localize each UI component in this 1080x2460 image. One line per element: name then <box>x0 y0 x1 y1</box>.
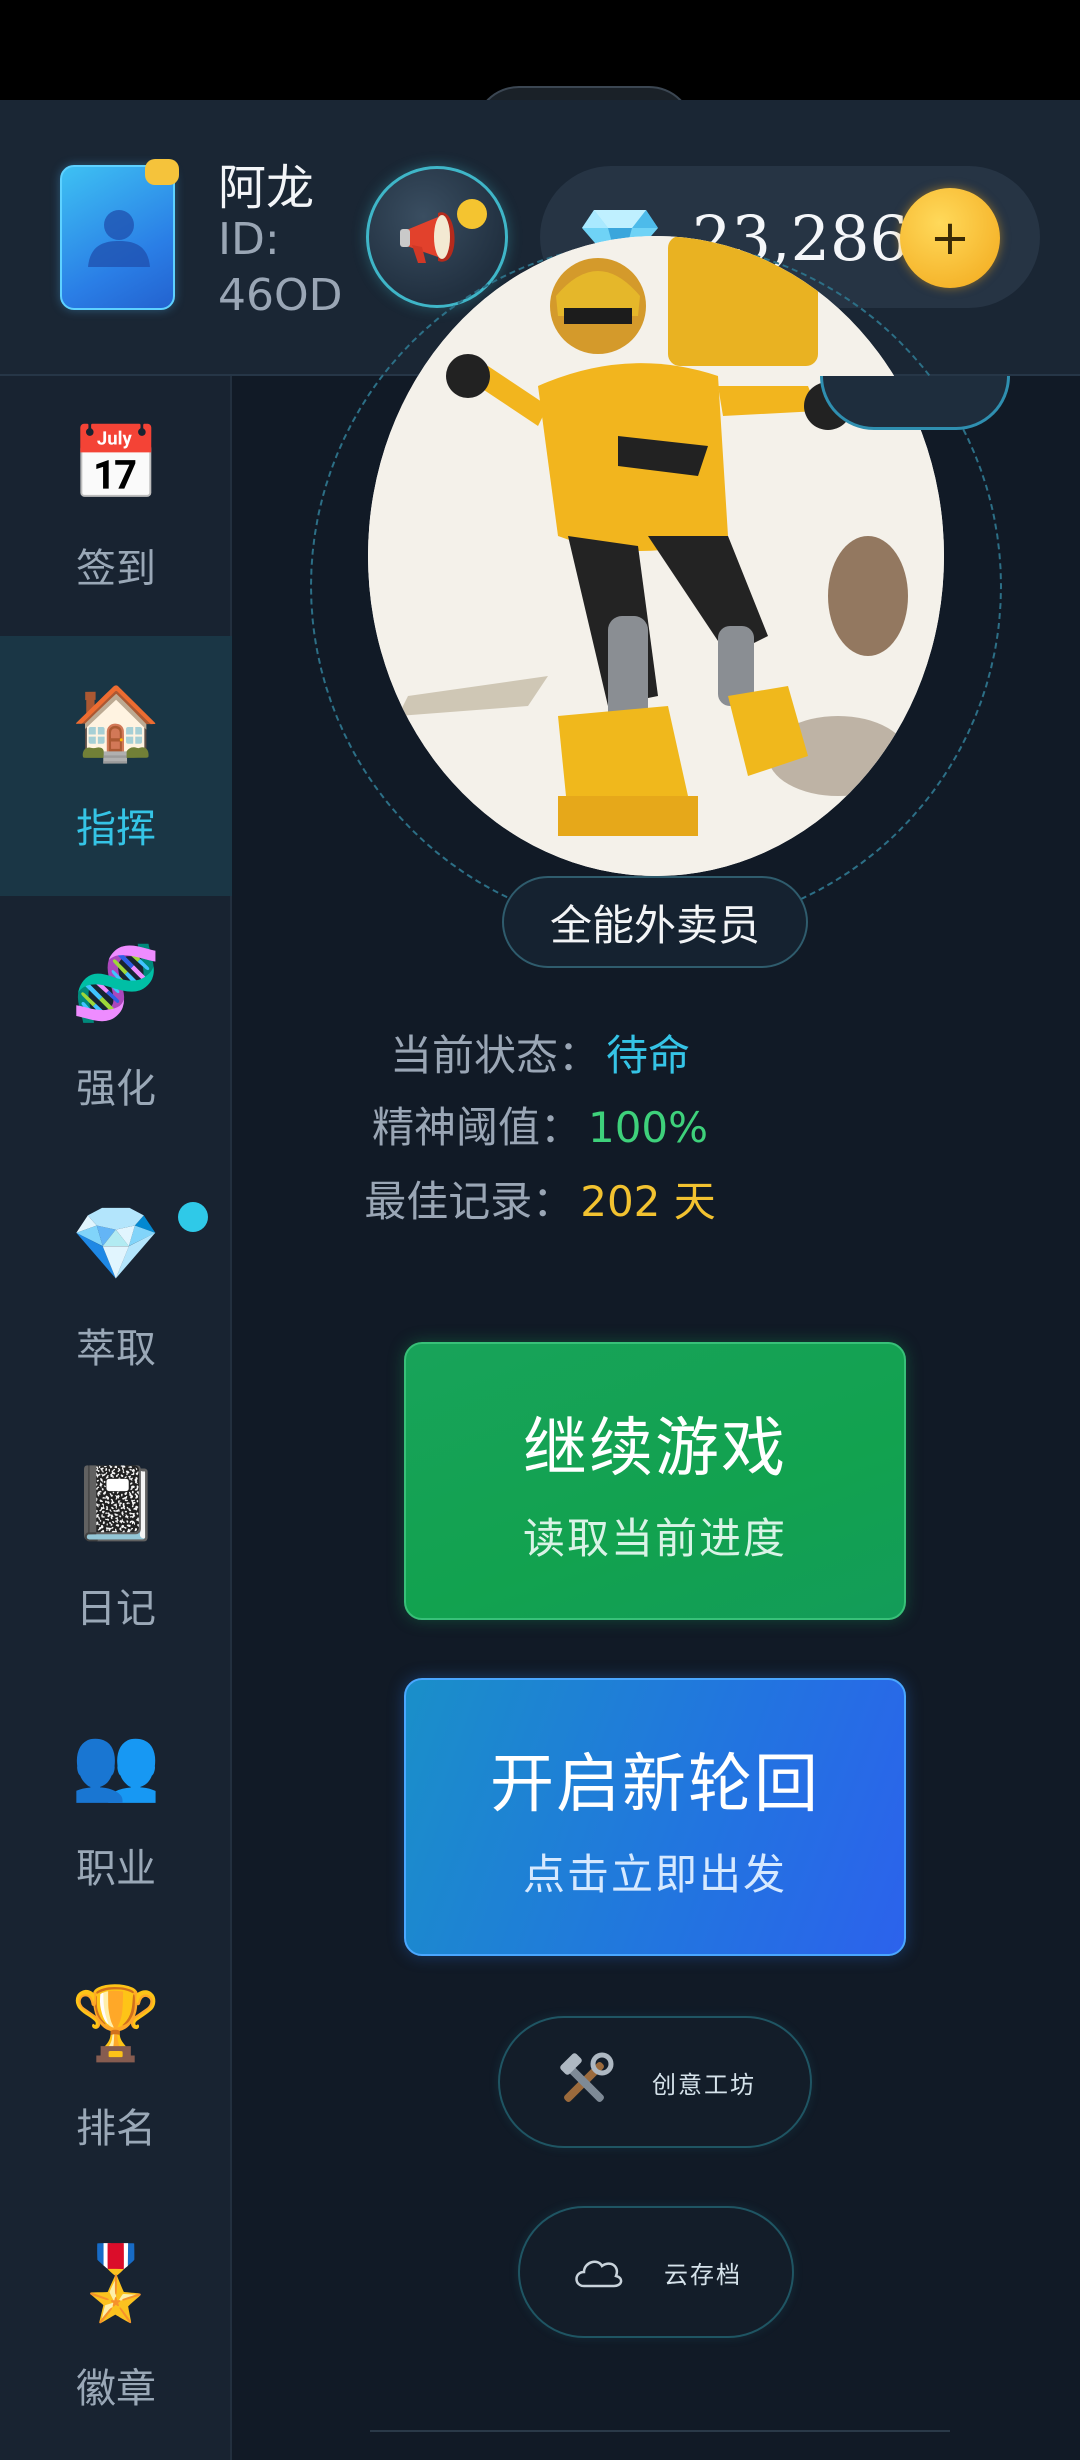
house-icon: 🏠 <box>71 681 161 765</box>
continue-game-button[interactable]: 继续游戏 读取当前进度 <box>404 1342 906 1620</box>
medal-icon: 🎖️ <box>71 2241 161 2325</box>
user-id-value: 46OD <box>218 270 343 321</box>
avatar[interactable] <box>60 159 179 310</box>
stat-best-record-label: 最佳记录： <box>364 1177 575 1226</box>
user-id: ID: 46OD <box>218 212 348 324</box>
stat-best-record-value: 202 天 <box>580 1177 716 1226</box>
cloud-icon <box>575 2260 623 2288</box>
user-id-label: ID: <box>218 214 280 265</box>
stat-status-label: 当前状态： <box>389 1031 600 1080</box>
portrait-corner-frame <box>820 376 1010 430</box>
dna-icon: 🧬 <box>71 941 161 1025</box>
app-root: ••• 阿龙 ID: 46OD <box>0 0 1080 2460</box>
continue-game-subtitle: 读取当前进度 <box>522 1513 787 1563</box>
sidebar-item-label: 排名 <box>76 2106 156 2152</box>
vip-badge-icon <box>145 159 179 185</box>
sidebar-item-5[interactable]: 👥 职业 <box>0 1676 232 1936</box>
new-cycle-title: 开启新轮回 <box>490 1747 820 1822</box>
people-icon: 👥 <box>71 1721 161 1805</box>
sidebar-item-6[interactable]: 🏆 排名 <box>0 1936 232 2196</box>
continue-game-title: 继续游戏 <box>523 1411 787 1486</box>
sidebar-item-1[interactable]: 🏠 指挥 <box>0 636 232 896</box>
sidebar-item-0[interactable]: 📅 签到 <box>0 376 232 636</box>
stat-spirit-label: 精神阈值： <box>371 1103 582 1152</box>
user-silhouette-icon <box>88 210 150 267</box>
sidebar-item-label: 职业 <box>76 1846 156 1892</box>
announcement-dot <box>457 199 487 229</box>
stat-spirit-value: 100% <box>587 1103 709 1152</box>
stat-spirit: 精神阈值： 100% <box>0 1094 1080 1155</box>
cloud-save-button[interactable]: 云存档 <box>518 2206 794 2338</box>
sidebar-item-4[interactable]: 📓 日记 <box>0 1416 232 1676</box>
status-bar <box>0 0 1080 100</box>
character-portrait[interactable] <box>368 236 944 876</box>
sidebar-item-label: 萃取 <box>76 1326 156 1372</box>
trophy-icon: 🏆 <box>71 1981 161 2065</box>
cloud-save-label: 云存档 <box>664 2260 742 2289</box>
sidebar-item-label: 日记 <box>76 1586 156 1632</box>
tools-icon <box>560 2052 614 2102</box>
calendar-icon: 📅 <box>71 421 161 505</box>
new-cycle-subtitle: 点击立即出发 <box>522 1849 787 1899</box>
notebook-icon: 📓 <box>71 1461 161 1545</box>
sidebar-item-7[interactable]: 🎖️ 徽章 <box>0 2196 232 2456</box>
stat-status: 当前状态： 待命 <box>0 1022 1080 1083</box>
stat-best-record: 最佳记录： 202 天 <box>0 1168 1080 1229</box>
sidebar-item-label: 指挥 <box>76 806 156 852</box>
new-cycle-button[interactable]: 开启新轮回 点击立即出发 <box>404 1678 906 1956</box>
user-name: 阿龙 <box>218 160 315 216</box>
add-gems-button[interactable]: + <box>900 188 1000 288</box>
sidebar-item-label: 徽章 <box>76 2366 156 2412</box>
delivery-hero-image <box>368 236 944 876</box>
sidebar-item-label: 签到 <box>76 546 156 592</box>
stat-status-value: 待命 <box>606 1031 691 1080</box>
workshop-button[interactable]: 创意工坊 <box>498 2016 812 2148</box>
footer-divider <box>370 2430 950 2432</box>
character-class-badge: 全能外卖员 <box>502 876 808 968</box>
workshop-label: 创意工坊 <box>652 2070 756 2099</box>
